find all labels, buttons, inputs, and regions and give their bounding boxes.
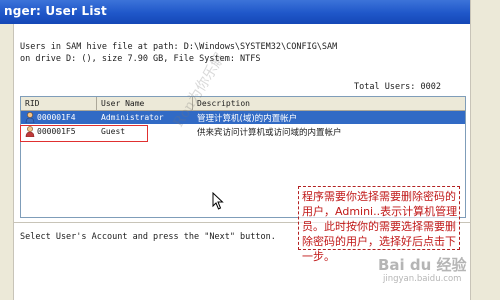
instruction-text: Select User's Account and press the "Nex…	[20, 232, 276, 242]
table-row[interactable]: 000001F4 Administrator 管理计算机(域)的内置帐户	[21, 111, 465, 124]
sam-path-text: Users in SAM hive file at path: D:\Windo…	[20, 42, 338, 52]
highlight-box	[20, 125, 148, 142]
total-users-text: Total Users: 0002	[354, 82, 441, 92]
column-header-label: User Name	[101, 99, 145, 108]
column-header-label: RID	[25, 99, 40, 108]
user-name-cell: Administrator	[101, 113, 164, 122]
description-cell: 供来宾访问计算机或访问域的内置帐户	[197, 128, 342, 138]
table-header: RID User Name Description	[21, 97, 465, 111]
left-edge	[0, 24, 14, 300]
window-title: nger: User List	[4, 4, 107, 18]
column-header-description[interactable]: Description	[193, 97, 465, 110]
column-header-label: Description	[197, 99, 250, 108]
baidu-watermark: Bai du 经验	[378, 256, 467, 274]
screenshot: nger: User List Users in SAM hive file a…	[0, 0, 500, 300]
rid-cell: 000001F4	[37, 113, 76, 122]
baidu-url-watermark: jingyan.baidu.com	[383, 274, 462, 284]
right-edge	[470, 0, 500, 300]
description-cell: 管理计算机(域)的内置帐户	[197, 114, 298, 124]
title-bar: nger: User List	[0, 0, 500, 24]
column-header-rid[interactable]: RID	[21, 97, 97, 110]
mouse-pointer-icon	[212, 192, 224, 210]
annotation-text: 程序需要你选择需要删除密码的用户，Admini..表示计算机管理员。此时按你的需…	[302, 190, 458, 263]
annotation-callout: 程序需要你选择需要删除密码的用户，Admini..表示计算机管理员。此时按你的需…	[298, 186, 460, 263]
user-icon	[25, 112, 35, 123]
